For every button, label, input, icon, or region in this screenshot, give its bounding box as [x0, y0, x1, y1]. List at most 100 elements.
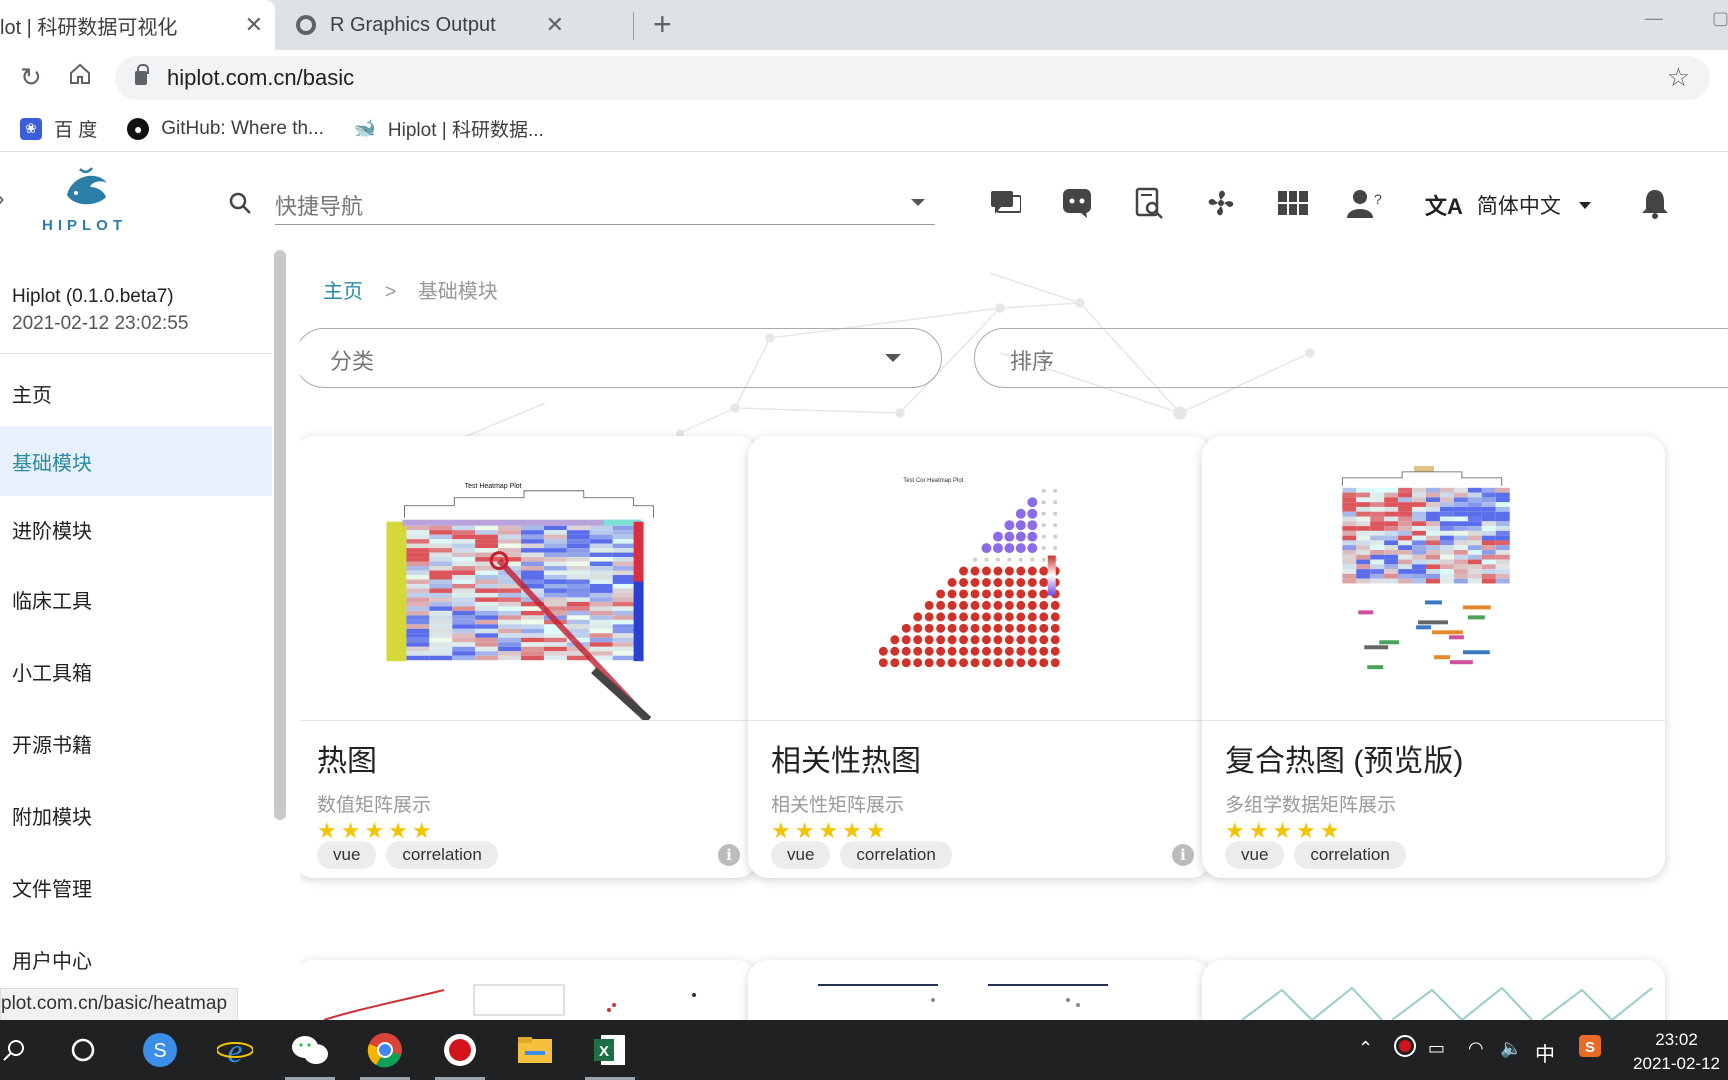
- sidebar-item-basic[interactable]: 基础模块: [0, 426, 272, 496]
- chevron-up-icon[interactable]: ⌃: [1358, 1038, 1373, 1059]
- module-card-preview[interactable]: [300, 960, 757, 1023]
- sidebar-item-home[interactable]: 主页: [0, 358, 272, 428]
- sidebar-item-books[interactable]: 开源书籍: [0, 708, 272, 778]
- chrome-icon[interactable]: [365, 1030, 405, 1070]
- correlation-dot: [981, 578, 991, 587]
- bookmark-github[interactable]: ● GitHub: Where th...: [127, 117, 324, 140]
- wechat-icon[interactable]: [290, 1030, 330, 1070]
- heatmap-cell: [475, 583, 499, 589]
- heatmap-cell: [429, 642, 453, 647]
- heatmap-cell: [475, 655, 499, 661]
- new-tab-button[interactable]: +: [653, 6, 672, 43]
- excel-icon[interactable]: X: [590, 1030, 630, 1070]
- search-icon[interactable]: [228, 191, 252, 215]
- quick-nav-select[interactable]: 快捷导航: [275, 183, 935, 225]
- tag-vue[interactable]: vue: [771, 841, 831, 869]
- tag-vue[interactable]: vue: [1225, 841, 1285, 869]
- bookmark-star-icon[interactable]: ☆: [1667, 62, 1690, 93]
- ime-indicator[interactable]: 中: [1535, 1038, 1555, 1067]
- fan-icon[interactable]: [1203, 185, 1239, 221]
- sidebar-scrollbar[interactable]: [274, 250, 286, 820]
- search-icon[interactable]: [0, 1030, 34, 1070]
- cortana-icon[interactable]: [63, 1030, 103, 1070]
- sidebar-item-clinical[interactable]: 临床工具: [0, 564, 272, 634]
- sidebar-item-advanced[interactable]: 进阶模块: [0, 494, 272, 564]
- sidebar-item-toolbox[interactable]: 小工具箱: [0, 636, 272, 706]
- globe-icon: [296, 15, 316, 35]
- module-card-preview[interactable]: [748, 960, 1211, 1023]
- sidebar-item-files[interactable]: 文件管理: [0, 852, 272, 922]
- module-card-correlation-heatmap[interactable]: Test Cor Heatmap Plot 相关性热图 相关性矩阵展示 ★★★★…: [748, 436, 1211, 878]
- language-select[interactable]: 文A 简体中文: [1425, 189, 1591, 221]
- chevron-right-icon[interactable]: ›: [0, 183, 5, 214]
- heatmap-cell: [1398, 549, 1413, 555]
- heatmap-cell: [406, 637, 430, 643]
- module-card-heatmap[interactable]: Test Heatmap Plot 热图 数值矩阵展示 ★★★★★ vue co…: [300, 436, 757, 878]
- bookmark-baidu[interactable]: ❀ 百 度: [20, 115, 97, 142]
- correlation-dot: [970, 578, 980, 587]
- heatmap-cell: [406, 583, 430, 589]
- chat-icon[interactable]: [987, 185, 1023, 221]
- heatmap-cell: [1356, 569, 1371, 574]
- address-bar[interactable]: hiplot.com.cn/basic ☆: [115, 56, 1710, 100]
- close-icon[interactable]: ✕: [546, 12, 564, 38]
- bookmark-hiplot[interactable]: 🐋 Hiplot | 科研数据...: [354, 115, 544, 142]
- heatmap-cell: [1467, 559, 1482, 565]
- module-card-preview[interactable]: [1202, 960, 1665, 1023]
- ie-icon[interactable]: e: [215, 1030, 255, 1070]
- wifi-icon[interactable]: ◠: [1468, 1038, 1484, 1059]
- heatmap-cell: [429, 633, 453, 638]
- volume-icon[interactable]: 🔈: [1500, 1038, 1522, 1059]
- chevron-down-icon: [1578, 201, 1591, 209]
- heatmap-cell: [612, 606, 636, 611]
- file-explorer-icon[interactable]: [515, 1030, 555, 1070]
- discord-icon[interactable]: [1059, 185, 1095, 221]
- heatmap-cell: [543, 534, 567, 540]
- help-user-icon[interactable]: ?: [1347, 185, 1383, 221]
- heatmap-cell: [521, 525, 544, 531]
- minimize-icon[interactable]: —: [1645, 8, 1663, 29]
- bell-icon[interactable]: [1637, 185, 1673, 221]
- heatmap-cell: [521, 637, 544, 643]
- heatmap-cell: [1398, 578, 1413, 584]
- tab-hiplot[interactable]: lot | 科研数据可视化 ✕: [0, 0, 275, 50]
- correlation-dot: [901, 658, 911, 668]
- tag-correlation[interactable]: correlation: [840, 841, 952, 869]
- category-select[interactable]: 分类: [300, 328, 942, 388]
- sogou-browser-icon[interactable]: S: [140, 1030, 180, 1070]
- reload-icon[interactable]: ↻: [20, 62, 42, 93]
- tab-r-graphics[interactable]: R Graphics Output ✕: [282, 0, 632, 50]
- battery-icon[interactable]: ▭: [1428, 1038, 1445, 1059]
- home-icon[interactable]: [68, 62, 92, 93]
- heatmap-cell: [1412, 573, 1427, 579]
- heatmap-cell: [1384, 540, 1399, 546]
- sogou-ime-icon[interactable]: S: [1578, 1034, 1602, 1063]
- hiplot-logo[interactable]: HIPLOT: [40, 165, 140, 245]
- url-text[interactable]: hiplot.com.cn/basic: [167, 65, 354, 91]
- correlation-dot: [947, 635, 957, 645]
- correlation-dot: [924, 646, 934, 656]
- record-tray-icon[interactable]: [1393, 1034, 1417, 1063]
- correlation-dot: [1027, 578, 1037, 587]
- search-doc-icon[interactable]: [1131, 185, 1167, 221]
- heatmap-cell: [1481, 564, 1496, 570]
- tag-correlation[interactable]: correlation: [386, 841, 498, 869]
- sort-select[interactable]: 排序: [974, 328, 1728, 388]
- sidebar-item-addons[interactable]: 附加模块: [0, 780, 272, 850]
- tag-vue[interactable]: vue: [317, 841, 377, 869]
- module-card-complex-heatmap[interactable]: 复合热图 (预览版) 多组学数据矩阵展示 ★★★★★ vue correlati…: [1202, 436, 1665, 878]
- system-clock[interactable]: 23:02 2021-02-12: [1633, 1028, 1720, 1076]
- correlation-dot: [947, 612, 957, 622]
- breadcrumb-home[interactable]: 主页: [323, 281, 363, 303]
- sidebar-item-user[interactable]: 用户中心: [0, 924, 272, 994]
- heatmap-cell: [612, 615, 636, 620]
- heatmap-cell: [1439, 530, 1454, 536]
- close-icon[interactable]: ✕: [245, 12, 263, 38]
- maximize-icon[interactable]: ▢: [1712, 8, 1728, 29]
- correlation-dot: [1004, 635, 1014, 645]
- info-icon[interactable]: i: [1172, 844, 1194, 866]
- tag-correlation[interactable]: correlation: [1294, 841, 1406, 869]
- recorder-icon[interactable]: [440, 1030, 480, 1070]
- grid-icon[interactable]: [1275, 185, 1311, 221]
- info-icon[interactable]: i: [718, 844, 740, 866]
